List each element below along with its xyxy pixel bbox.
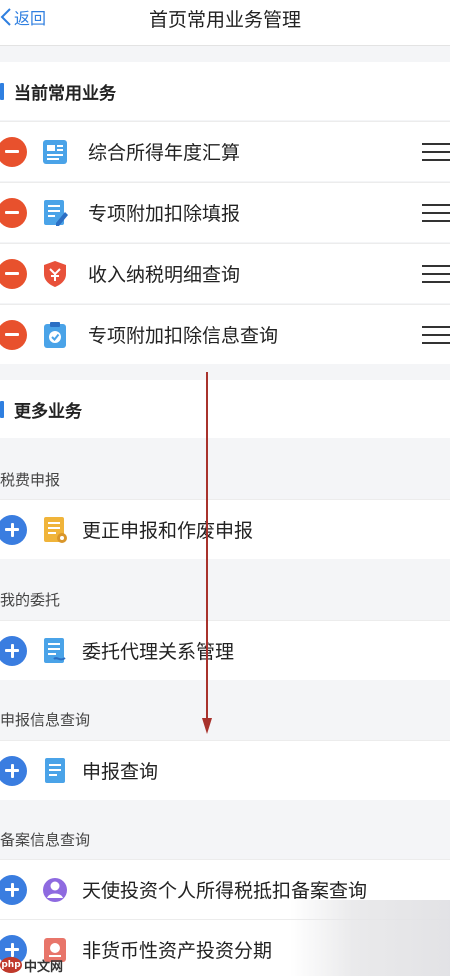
item-label: 天使投资个人所得税抵扣备案查询 [82, 880, 368, 902]
correction-doc-icon [44, 516, 67, 543]
more-item-row: 更正申报和作废申报 [0, 499, 450, 559]
drag-handle-icon[interactable] [422, 264, 450, 283]
watermark-overlay [290, 900, 450, 976]
current-item-row: 综合所得年度汇算 [0, 121, 450, 181]
more-section-header: 更多业务 [0, 380, 450, 438]
item-label: 综合所得年度汇算 [88, 142, 241, 164]
more-item-row: 委托代理关系管理 [0, 620, 450, 680]
section-marker [0, 82, 4, 100]
remove-button[interactable] [0, 136, 27, 167]
item-label: 非货币性资产投资分期 [82, 940, 273, 962]
item-label: 申报查询 [82, 761, 159, 783]
add-button[interactable] [0, 635, 27, 666]
more-item-row: 申报查询 [0, 740, 450, 800]
current-item-row: 专项附加扣除信息查询 [0, 304, 450, 364]
drag-handle-icon[interactable] [422, 325, 450, 344]
navigation-bar: 返回 首页常用业务管理 [0, 0, 450, 46]
add-button[interactable] [0, 874, 27, 905]
group-label: 备案信息查询 [0, 831, 91, 849]
remove-button[interactable] [0, 197, 27, 228]
remove-button[interactable] [0, 258, 27, 289]
add-button[interactable] [0, 755, 27, 786]
drag-handle-icon[interactable] [422, 142, 450, 161]
drag-handle-icon[interactable] [422, 203, 450, 222]
more-section-title: 更多业务 [14, 401, 82, 422]
person-icon [43, 877, 67, 902]
item-label: 收入纳税明细查询 [88, 264, 241, 286]
agency-doc-icon [44, 637, 66, 663]
tax-shield-icon [44, 260, 66, 287]
group-label: 我的委托 [0, 591, 61, 609]
section-marker [0, 400, 4, 418]
page-title: 首页常用业务管理 [148, 9, 301, 31]
group-label: 申报信息查询 [0, 711, 91, 729]
clipboard-check-icon [44, 321, 66, 348]
item-label: 专项附加扣除填报 [88, 203, 241, 225]
annotation-arrow [202, 372, 212, 734]
annual-settlement-icon [43, 139, 67, 164]
watermark-badge: php [0, 957, 22, 973]
add-button[interactable] [0, 514, 27, 545]
remove-button[interactable] [0, 319, 27, 350]
watermark-logo: php 中文网 [0, 954, 63, 976]
form-edit-icon [44, 199, 68, 226]
watermark-text: 中文网 [24, 959, 64, 975]
group-label: 税费申报 [0, 471, 61, 489]
current-section-header: 当前常用业务 [0, 62, 450, 120]
item-label: 更正申报和作废申报 [82, 520, 254, 542]
current-item-row: 专项附加扣除填报 [0, 182, 450, 242]
report-doc-icon [45, 757, 65, 783]
current-section-title: 当前常用业务 [14, 83, 116, 104]
item-label: 专项附加扣除信息查询 [88, 325, 279, 347]
current-item-row: 收入纳税明细查询 [0, 243, 450, 303]
